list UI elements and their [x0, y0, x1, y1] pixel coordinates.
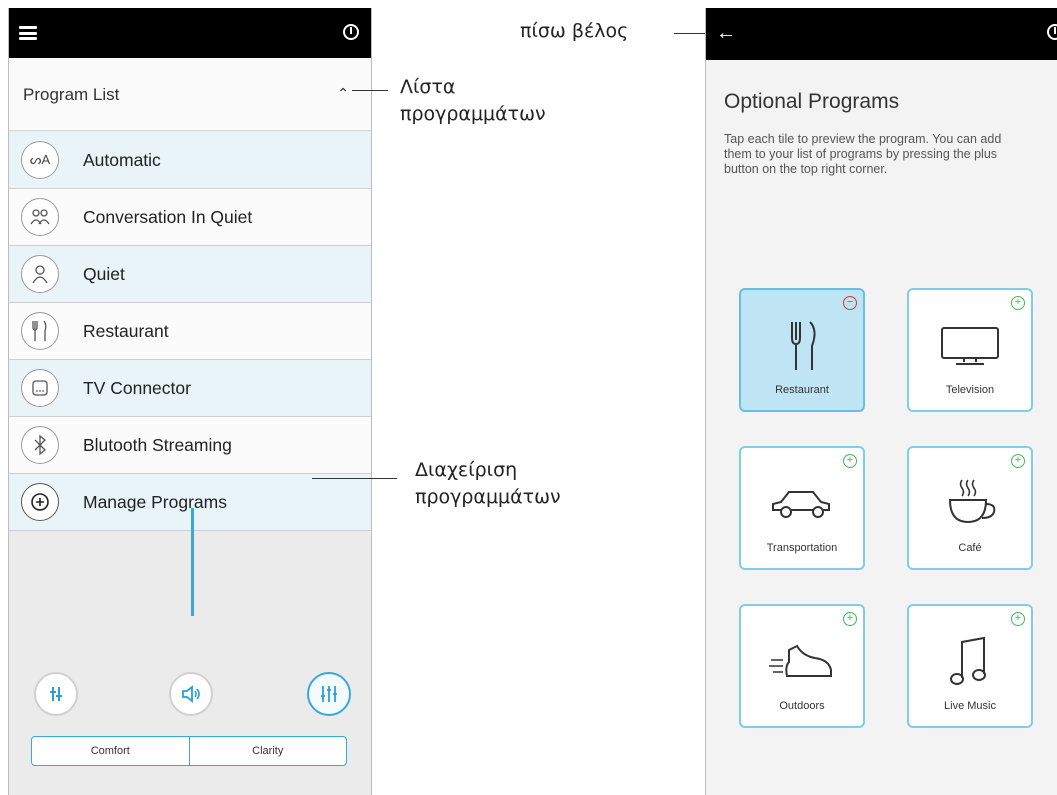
optional-programs-screen: ← Optional Programs Tap each tile to pre… — [705, 8, 1057, 795]
tile-transportation[interactable]: + Transportation — [739, 446, 865, 570]
sliders-icon — [50, 687, 62, 701]
program-item-restaurant[interactable]: Restaurant — [9, 303, 371, 360]
power-icon[interactable] — [1047, 24, 1057, 40]
program-label: Quiet — [83, 264, 125, 284]
mode-segmented-control: Comfort Clarity — [31, 736, 347, 766]
tile-label: Live Music — [944, 700, 996, 712]
tile-outdoors[interactable]: + Outdoors — [739, 604, 865, 728]
plus-circle-icon[interactable]: + — [843, 612, 857, 626]
bluetooth-icon — [21, 426, 59, 464]
top-bar: ← — [706, 8, 1057, 60]
program-list-header[interactable]: Program List ⌃ — [9, 58, 371, 131]
tile-cafe[interactable]: + Café — [907, 446, 1033, 570]
program-label: Conversation In Quiet — [83, 207, 253, 227]
top-bar — [9, 8, 371, 58]
quiet-icon — [21, 255, 59, 293]
tile-television[interactable]: + Television — [907, 288, 1033, 412]
annotation-line-1: Λίστα — [400, 76, 456, 98]
plus-circle-icon[interactable]: + — [1011, 612, 1025, 626]
automatic-icon: ᔕA — [21, 141, 59, 179]
plus-circle-icon[interactable]: + — [1011, 454, 1025, 468]
fork-knife-icon — [21, 312, 59, 350]
tile-label: Restaurant — [775, 384, 829, 396]
tv-connector-icon — [21, 369, 59, 407]
car-icon — [741, 476, 863, 532]
plus-circle-icon — [21, 483, 59, 521]
program-item-bluetooth[interactable]: Blutooth Streaming — [9, 417, 371, 474]
volume-button[interactable] — [169, 672, 213, 716]
annotation-leader-back — [674, 33, 706, 34]
advanced-equalizer-button[interactable] — [307, 672, 351, 716]
tile-label: Transportation — [766, 542, 838, 554]
page-description: Tap each tile to preview the program. Yo… — [724, 132, 1002, 176]
clarity-mode-button[interactable]: Clarity — [188, 737, 347, 765]
program-list: ᔕA Automatic Conversation In Quiet Quiet… — [9, 132, 371, 531]
conversation-icon — [21, 198, 59, 236]
program-label: Manage Programs — [83, 492, 227, 512]
power-icon[interactable] — [343, 24, 359, 40]
plus-circle-icon[interactable]: + — [1011, 296, 1025, 310]
program-item-conversation[interactable]: Conversation In Quiet — [9, 189, 371, 246]
back-arrow-icon[interactable]: ← — [716, 22, 736, 45]
chevron-up-icon[interactable]: ⌃ — [337, 85, 349, 102]
tile-live-music[interactable]: + Live Music — [907, 604, 1033, 728]
equalizer-button[interactable] — [34, 672, 78, 716]
television-icon — [909, 318, 1031, 374]
annotation-line-1: Διαχείριση — [415, 459, 518, 481]
annotation-leader-manage — [312, 478, 397, 479]
music-note-icon — [909, 634, 1031, 690]
tile-label: Café — [958, 542, 982, 554]
manage-programs-button[interactable]: Manage Programs — [9, 474, 371, 531]
tile-label: Outdoors — [779, 700, 825, 712]
speaker-icon — [182, 685, 200, 703]
program-item-tv-connector[interactable]: TV Connector — [9, 360, 371, 417]
annotation-back-arrow: πίσω βέλος — [520, 20, 629, 42]
page-title: Optional Programs — [724, 90, 900, 113]
tile-restaurant[interactable]: − Restaurant — [739, 288, 865, 412]
program-label: Restaurant — [83, 321, 169, 341]
annotation-program-list: Λίστα προγραμμάτων — [400, 74, 546, 128]
plus-circle-icon[interactable]: + — [843, 454, 857, 468]
program-item-automatic[interactable]: ᔕA Automatic — [9, 132, 371, 189]
annotation-leader-program-list — [352, 90, 388, 91]
minus-circle-icon[interactable]: − — [843, 296, 857, 310]
coffee-cup-icon — [909, 476, 1031, 532]
annotation-manage-programs: Διαχείριση προγραμμάτων — [415, 457, 561, 511]
program-list-title: Program List — [23, 85, 120, 104]
program-list-screen: Program List ⌃ ᔕA Automatic Conversation… — [8, 8, 372, 795]
annotation-line-2: προγραμμάτων — [415, 486, 561, 508]
fork-knife-icon — [741, 318, 863, 374]
shoe-icon — [741, 634, 863, 690]
hamburger-menu-icon[interactable] — [19, 26, 37, 40]
equalizer-icon — [321, 686, 337, 702]
program-label: Automatic — [83, 150, 161, 170]
volume-indicator-line — [191, 508, 194, 616]
program-label: TV Connector — [83, 378, 191, 398]
comfort-mode-button[interactable]: Comfort — [32, 737, 189, 765]
annotation-line-2: προγραμμάτων — [400, 103, 546, 125]
program-label: Blutooth Streaming — [83, 435, 232, 455]
tile-label: Television — [945, 384, 995, 396]
program-item-quiet[interactable]: Quiet — [9, 246, 371, 303]
